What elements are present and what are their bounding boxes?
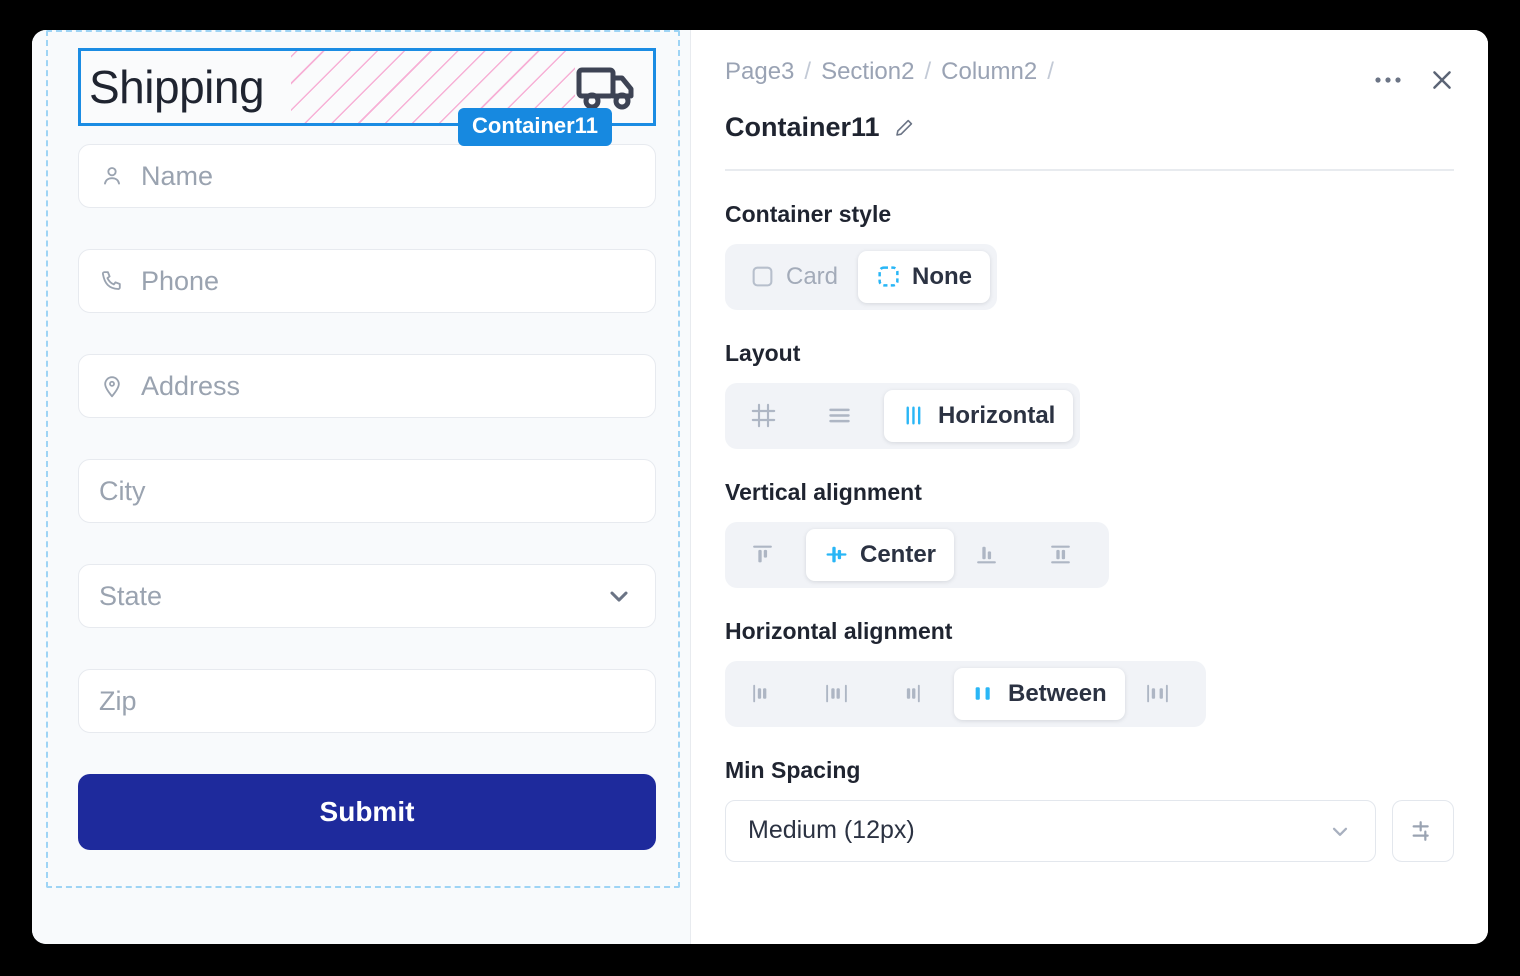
zip-field[interactable]: Zip — [78, 669, 656, 733]
min-spacing-row: Medium (12px) — [725, 800, 1454, 862]
vertical-alignment-option-bottom[interactable] — [956, 529, 1028, 581]
container-style-option-none-label: None — [912, 263, 972, 291]
truck-icon — [575, 62, 641, 112]
design-canvas[interactable]: Shipping Name — [32, 30, 690, 944]
layout-option-vertical[interactable] — [808, 390, 882, 442]
horizontal-alignment-option-center[interactable] — [806, 668, 878, 720]
breadcrumb-separator: / — [1047, 58, 1054, 86]
phone-icon — [99, 268, 125, 294]
justify-center-icon — [824, 681, 849, 706]
city-placeholder: City — [99, 476, 146, 507]
page-title: Container11 — [725, 112, 880, 143]
state-placeholder: State — [99, 581, 162, 612]
properties-panel: Page3 / Section2 / Column2 / — [690, 30, 1488, 944]
horizontal-alignment-option-between[interactable]: Between — [954, 668, 1125, 720]
panel-header: Page3 / Section2 / Column2 / — [691, 30, 1488, 169]
vertical-alignment-label: Vertical alignment — [725, 479, 1454, 506]
chevron-down-icon — [605, 582, 633, 610]
breadcrumb-separator: / — [924, 58, 931, 86]
address-field[interactable]: Address — [78, 354, 656, 418]
free-layout-icon — [750, 402, 777, 429]
vertical-alignment-option-center-label: Center — [860, 541, 936, 569]
container-style-option-card-label: Card — [786, 263, 838, 291]
shipping-form: Shipping Name — [78, 48, 656, 850]
panel-title-row: Container11 — [725, 112, 1450, 169]
city-field[interactable]: City — [78, 459, 656, 523]
location-pin-icon — [99, 373, 125, 399]
breadcrumb-item-page[interactable]: Page3 — [725, 58, 794, 86]
justify-around-icon — [1145, 681, 1170, 706]
container-style-option-card[interactable]: Card — [732, 251, 856, 303]
justify-start-icon — [750, 681, 775, 706]
submit-button[interactable]: Submit — [78, 774, 656, 850]
name-placeholder: Name — [141, 161, 213, 192]
panel-sections: Container style Card None Layout — [691, 201, 1488, 862]
app-window: Shipping Name — [32, 30, 1488, 944]
name-field[interactable]: Name — [78, 144, 656, 208]
horizontal-alignment-option-around[interactable] — [1127, 668, 1199, 720]
align-stretch-icon — [1048, 542, 1073, 567]
layout-option-horizontal-label: Horizontal — [938, 402, 1055, 430]
justify-between-icon — [972, 681, 997, 706]
container-style-label: Container style — [725, 201, 1454, 228]
vertical-alignment-option-center[interactable]: Center — [806, 529, 954, 581]
vertical-alignment-segmented: Center — [725, 522, 1109, 588]
horizontal-alignment-option-between-label: Between — [1008, 680, 1107, 708]
vertical-alignment-option-stretch[interactable] — [1030, 529, 1102, 581]
justify-end-icon — [898, 681, 923, 706]
layout-segmented: Horizontal — [725, 383, 1080, 449]
selected-element-badge: Container11 — [458, 108, 612, 146]
dashed-square-icon — [876, 264, 901, 289]
align-top-icon — [750, 542, 775, 567]
zip-placeholder: Zip — [99, 686, 137, 717]
container-style-segmented: Card None — [725, 244, 997, 310]
breadcrumb: Page3 / Section2 / Column2 / — [725, 58, 1450, 86]
ellipsis-icon[interactable] — [1374, 75, 1402, 85]
rounded-square-icon — [750, 264, 775, 289]
horizontal-alignment-option-start[interactable] — [732, 668, 804, 720]
vertical-alignment-option-top[interactable] — [732, 529, 804, 581]
breadcrumb-item-column[interactable]: Column2 — [941, 58, 1037, 86]
layout-option-horizontal[interactable]: Horizontal — [884, 390, 1073, 442]
address-placeholder: Address — [141, 371, 240, 402]
chevron-down-icon — [1327, 818, 1353, 844]
shipping-heading: Shipping — [89, 64, 264, 110]
horizontal-alignment-option-end[interactable] — [880, 668, 952, 720]
horizontal-bars-icon — [902, 403, 927, 428]
align-middle-icon — [824, 542, 849, 567]
align-bottom-icon — [974, 542, 999, 567]
breadcrumb-separator: / — [804, 58, 811, 86]
user-icon — [99, 163, 125, 189]
container-style-option-none[interactable]: None — [858, 251, 990, 303]
panel-divider — [725, 169, 1454, 171]
horizontal-alignment-label: Horizontal alignment — [725, 618, 1454, 645]
breadcrumb-item-section[interactable]: Section2 — [821, 58, 914, 86]
pencil-icon[interactable] — [892, 116, 916, 140]
layout-label: Layout — [725, 340, 1454, 367]
sliders-icon — [1409, 817, 1437, 845]
panel-header-actions — [1374, 66, 1456, 94]
phone-placeholder: Phone — [141, 266, 219, 297]
phone-field[interactable]: Phone — [78, 249, 656, 313]
min-spacing-value: Medium (12px) — [748, 816, 915, 845]
min-spacing-label: Min Spacing — [725, 757, 1454, 784]
state-select[interactable]: State — [78, 564, 656, 628]
min-spacing-select[interactable]: Medium (12px) — [725, 800, 1376, 862]
horizontal-alignment-segmented: Between — [725, 661, 1206, 727]
min-spacing-advanced-button[interactable] — [1392, 800, 1454, 862]
close-icon[interactable] — [1428, 66, 1456, 94]
vertical-stack-icon — [826, 402, 853, 429]
layout-option-free[interactable] — [732, 390, 806, 442]
